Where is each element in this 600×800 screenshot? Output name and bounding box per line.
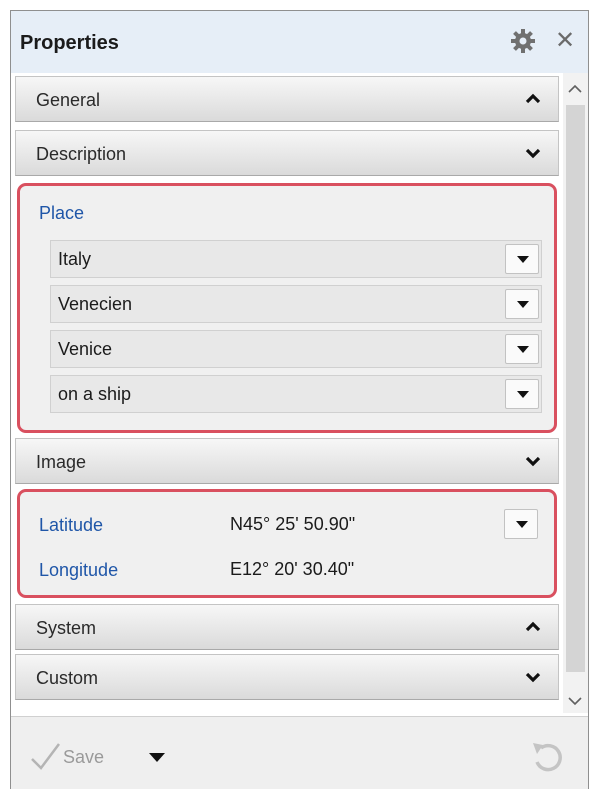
panel-footer: Save [11,716,588,789]
place-title: Place [39,203,85,223]
section-custom-label: Custom [36,668,99,688]
panel-title: Properties [20,32,119,54]
dropdown-button[interactable] [505,379,539,409]
place-country-value: Italy [58,249,92,269]
place-country-dropdown[interactable]: Italy [50,240,542,278]
section-description-header[interactable]: Description [15,130,559,176]
place-group: Place Italy Venecien Venice on a ship [17,183,557,433]
chevron-up-icon [525,621,541,632]
dropdown-button[interactable] [505,244,539,274]
gear-icon[interactable] [510,28,536,54]
save-label: Save [63,747,105,767]
place-location-dropdown[interactable]: on a ship [50,375,542,413]
chevron-down-icon [525,672,541,683]
dropdown-arrow-icon [516,521,528,528]
scrollbar-thumb[interactable] [566,105,585,672]
latitude-value: N45° 25' 50.90" [230,514,356,534]
properties-content: General Description Place Italy Venecien… [11,73,561,713]
section-general-label: General [36,90,101,110]
dropdown-button[interactable] [505,334,539,364]
latitude-label: Latitude [39,515,104,535]
place-location-value: on a ship [58,384,132,404]
dropdown-arrow-icon [517,256,529,263]
latitude-dropdown-button[interactable] [504,509,538,539]
place-city-dropdown[interactable]: Venice [50,330,542,368]
checkmark-icon [31,743,60,770]
geolocation-group: Latitude N45° 25' 50.90" Longitude E12° … [17,489,557,598]
scroll-up-icon[interactable] [568,81,582,97]
longitude-value: E12° 20' 30.40" [230,559,355,579]
section-custom-header[interactable]: Custom [15,654,559,700]
undo-icon[interactable] [527,737,565,775]
section-general-header[interactable]: General [15,76,559,122]
place-city-value: Venice [58,339,113,359]
panel-header: Properties ✕ [11,11,588,73]
save-button[interactable]: Save [29,741,129,771]
properties-panel: Properties ✕ General Description Place I… [10,10,589,789]
place-region-value: Venecien [58,294,133,314]
save-options-dropdown-icon[interactable] [149,753,165,763]
section-system-label: System [36,618,97,638]
dropdown-arrow-icon [517,346,529,353]
chevron-down-icon [525,148,541,159]
vertical-scrollbar[interactable] [563,73,588,713]
dropdown-arrow-icon [517,301,529,308]
chevron-down-icon [525,456,541,467]
section-description-label: Description [36,144,127,164]
dropdown-button[interactable] [505,289,539,319]
section-image-label: Image [36,452,87,472]
section-image-header[interactable]: Image [15,438,559,484]
place-region-dropdown[interactable]: Venecien [50,285,542,323]
section-system-header[interactable]: System [15,604,559,650]
longitude-label: Longitude [39,560,119,580]
chevron-up-icon [525,93,541,104]
dropdown-arrow-icon [517,391,529,398]
close-icon[interactable]: ✕ [555,28,575,54]
scroll-down-icon[interactable] [568,693,582,709]
